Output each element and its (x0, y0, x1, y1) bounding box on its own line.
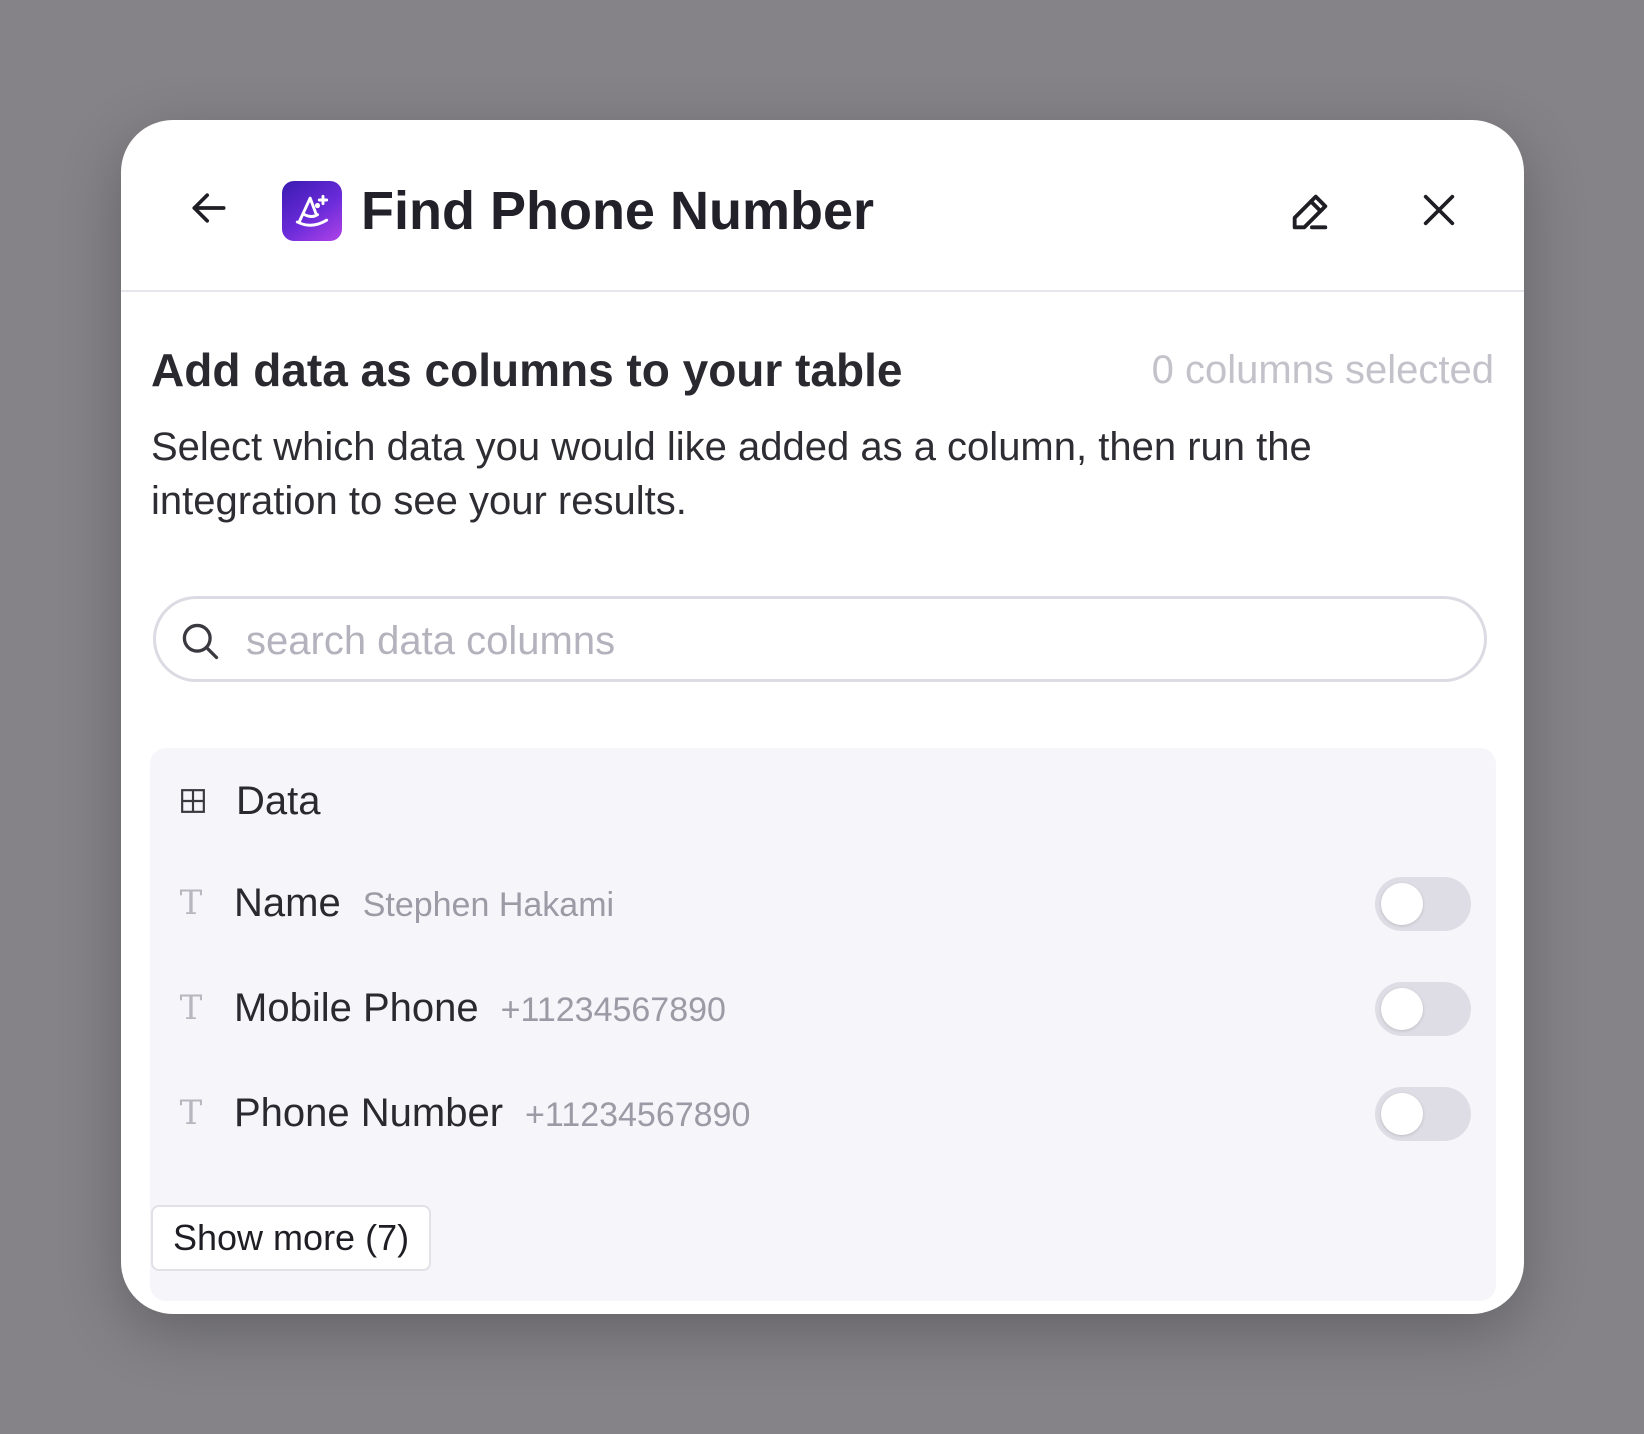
table-grid-icon (180, 788, 206, 814)
selected-count: 0 columns selected (1151, 348, 1494, 392)
data-group-header[interactable]: Data (180, 768, 321, 834)
section-title: Add data as columns to your table (151, 344, 903, 396)
wizard-hat-icon (282, 181, 342, 241)
toggle-name[interactable] (1375, 877, 1471, 931)
find-phone-number-modal: Find Phone Number Add data as columns to… (121, 120, 1524, 1314)
toggle-knob (1381, 988, 1423, 1030)
page-title: Find Phone Number (361, 181, 874, 241)
arrow-left-icon (192, 193, 226, 223)
row-value: +11234567890 (525, 1096, 751, 1134)
data-row-name: T Name Stephen Hakami (150, 870, 1496, 936)
row-label: Name (234, 881, 341, 925)
data-row-phone-number: T Phone Number +11234567890 (150, 1080, 1496, 1146)
text-type-icon: T (179, 988, 203, 1028)
row-label: Phone Number (234, 1091, 504, 1135)
text-type-icon: T (179, 883, 203, 923)
row-value: Stephen Hakami (362, 886, 615, 924)
edit-button[interactable] (1282, 184, 1338, 240)
modal-header: Find Phone Number (121, 120, 1524, 292)
search-box (153, 596, 1487, 682)
search-icon (182, 623, 219, 660)
toggle-mobile-phone[interactable] (1375, 982, 1471, 1036)
pencil-icon (1292, 194, 1328, 230)
toggle-phone-number[interactable] (1375, 1087, 1471, 1141)
back-button[interactable] (181, 180, 237, 236)
data-group-label: Data (236, 778, 321, 823)
row-label: Mobile Phone (234, 986, 479, 1030)
toggle-knob (1381, 1093, 1423, 1135)
data-row-mobile-phone: T Mobile Phone +11234567890 (150, 975, 1496, 1041)
search-input[interactable] (244, 609, 1468, 673)
show-more-button[interactable]: Show more (7) (151, 1205, 432, 1271)
close-button[interactable] (1411, 182, 1467, 238)
toggle-knob (1381, 883, 1423, 925)
description-text: Select which data you would like added a… (151, 425, 1312, 523)
close-icon (1423, 194, 1455, 226)
text-type-icon: T (179, 1093, 203, 1133)
row-value: +11234567890 (500, 991, 726, 1029)
